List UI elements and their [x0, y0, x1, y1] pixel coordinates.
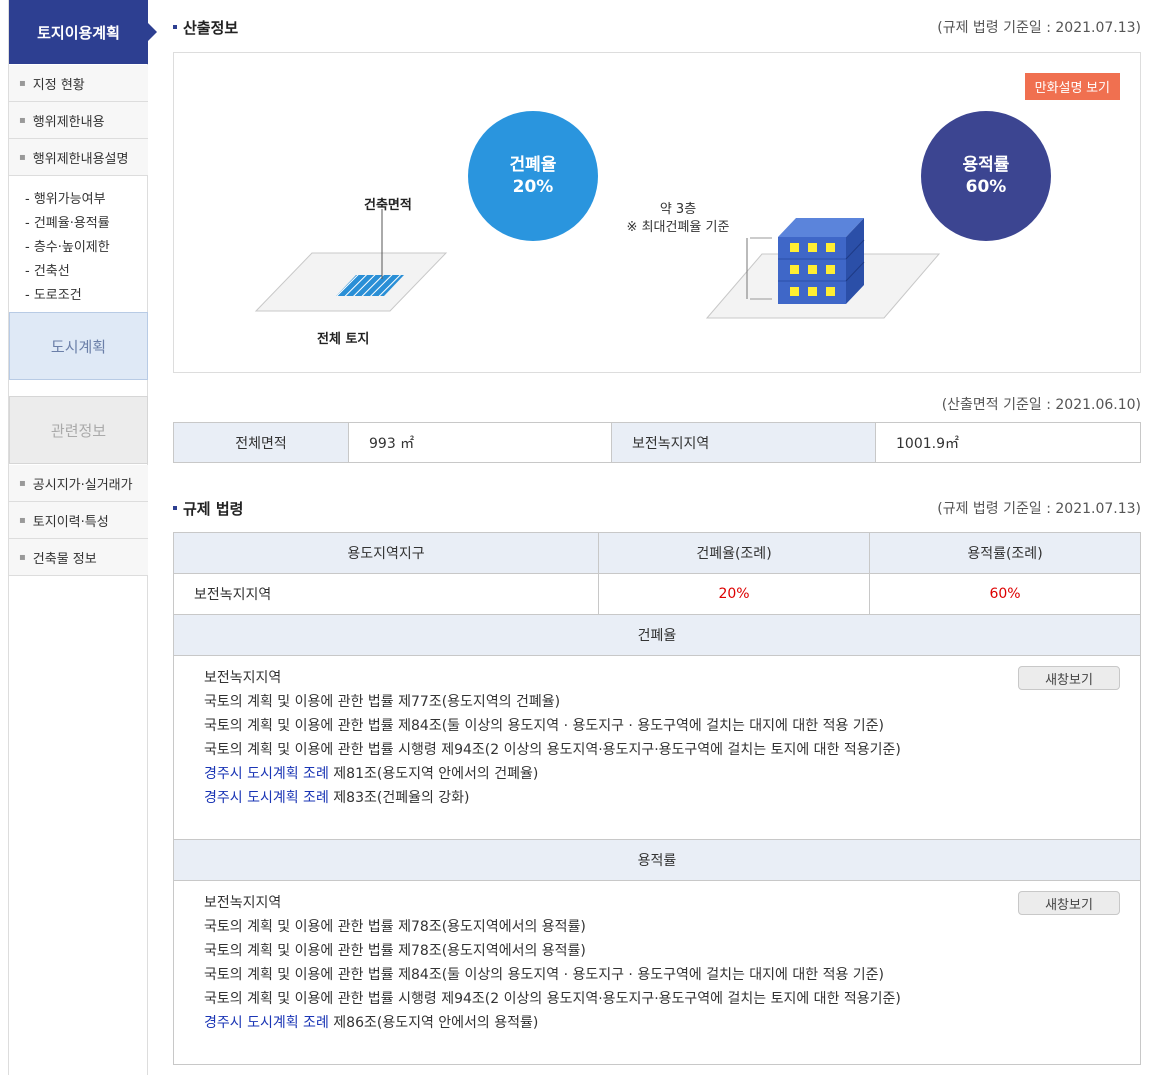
cartoon-explanation-button[interactable]: 만화설명 보기: [1024, 73, 1120, 100]
far-ordinance-line: 경주시 도시계획 조례 제86조(용도지역 안에서의 용적률): [204, 1011, 1110, 1035]
sidebar: 토지이용계획 ▪ 지정 현황 ▪ 행위제한내용 ▪ 행위제한내용설명 - 행위가…: [8, 0, 157, 1075]
far-zone-link[interactable]: 보전녹지지역: [204, 891, 1110, 915]
bullet-icon: ▪: [19, 114, 26, 126]
regulation-table: 용도지역지구 건폐율(조례) 용적률(조례) 보전녹지지역 20% 60% 건폐…: [173, 532, 1141, 1065]
bullet-icon: ▪: [19, 477, 26, 489]
square-bullet-icon: [173, 24, 177, 29]
sidebar-item-land-price[interactable]: ▪ 공시지가·실거래가: [9, 465, 148, 502]
coverage-law-link[interactable]: 국토의 계획 및 이용에 관한 법률 시행령 제94조(2 이상의 용도지역·용…: [204, 738, 1110, 762]
sidebar-item-label: 공시지가·실거래가: [32, 477, 133, 493]
coverage-law-link[interactable]: 국토의 계획 및 이용에 관한 법률 제77조(용도지역의 건폐율): [204, 690, 1110, 714]
coverage-law-link[interactable]: 국토의 계획 및 이용에 관한 법률 제84조(둘 이상의 용도지역 · 용도지…: [204, 714, 1110, 738]
calc-diagram: 만화설명 보기 건축면적 전체 토지 건폐율 20% 약 3층 ※ 최대건폐율 …: [173, 52, 1141, 373]
sidebar-city-plan[interactable]: 도시계획: [9, 312, 148, 380]
col-far-header: 용적률(조례): [967, 546, 1043, 562]
coverage-band: 건폐율: [174, 615, 1140, 656]
row-far: 60%: [989, 586, 1021, 602]
far-circle-value: 60%: [965, 177, 1007, 197]
reg-ref-date: (규제 법령 기준일 : 2021.07.13): [937, 501, 1141, 517]
area-ref-date: (산출면적 기준일 : 2021.06.10): [941, 397, 1141, 413]
building-illustration: [705, 218, 941, 319]
regulation-table-header: 용도지역지구 건폐율(조례) 용적률(조례): [174, 533, 1140, 574]
ordinance-link[interactable]: 경주시 도시계획 조례: [204, 790, 329, 806]
total-area-value: 993 ㎡: [349, 423, 612, 462]
building-area-label: 건축면적: [364, 198, 412, 213]
sidebar-sub-coverage-far[interactable]: - 건폐율·용적률: [25, 212, 110, 231]
zone-area-label: 보전녹지지역: [612, 423, 876, 462]
bullet-icon: ▪: [19, 514, 26, 526]
bullet-icon: ▪: [19, 551, 26, 563]
coverage-zone-link[interactable]: 보전녹지지역: [204, 666, 1110, 690]
bullet-icon: ▪: [19, 77, 26, 89]
row-zone: 보전녹지지역: [174, 574, 599, 614]
sidebar-item-restrictions[interactable]: ▪ 행위제한내용: [9, 102, 148, 139]
sidebar-item-designation[interactable]: ▪ 지정 현황: [9, 65, 148, 102]
sidebar-item-label: 행위제한내용: [32, 114, 105, 130]
far-law-link[interactable]: 국토의 계획 및 이용에 관한 법률 제78조(용도지역에서의 용적률): [204, 915, 1110, 939]
total-area-label: 전체면적: [174, 423, 349, 462]
land-plot-illustration: [254, 209, 448, 312]
sidebar-related-info[interactable]: 관련정보: [9, 396, 148, 464]
area-table: 전체면적 993 ㎡ 보전녹지지역 1001.9㎡: [173, 422, 1141, 463]
far-law-block: 새창보기 보전녹지지역 국토의 계획 및 이용에 관한 법률 제78조(용도지역…: [174, 881, 1140, 1064]
far-popup-button[interactable]: 새창보기: [1018, 891, 1120, 915]
far-band: 용적률: [174, 840, 1140, 881]
zone-area-value: 1001.9㎡: [896, 435, 959, 452]
ordinance-link[interactable]: 경주시 도시계획 조례: [204, 1015, 329, 1031]
far-law-link[interactable]: 국토의 계획 및 이용에 관한 법률 제78조(용도지역에서의 용적률): [204, 939, 1110, 963]
sidebar-item-restriction-details[interactable]: ▪ 행위제한내용설명: [9, 139, 148, 176]
building-windows: [790, 243, 835, 296]
calc-ref-date: (규제 법령 기준일 : 2021.07.13): [937, 20, 1141, 36]
col-coverage-header: 건폐율(조례): [599, 533, 870, 573]
calc-section-title: 산출정보: [173, 17, 238, 38]
coverage-ordinance-line: 경주시 도시계획 조례 제81조(용도지역 안에서의 건폐율): [204, 762, 1110, 786]
sidebar-sub-height-limit[interactable]: - 층수·높이제한: [25, 236, 110, 255]
ordinance-article[interactable]: 제81조(용도지역 안에서의 건폐율): [329, 766, 538, 782]
sidebar-item-label: 지정 현황: [32, 77, 85, 93]
floor-area-ratio-circle: 용적률 60%: [921, 111, 1051, 241]
coverage-ordinance-line: 경주시 도시계획 조례 제83조(건폐율의 강화): [204, 786, 1110, 810]
ordinance-article[interactable]: 제83조(건폐율의 강화): [329, 790, 469, 806]
table-row: 보전녹지지역 20% 60%: [174, 574, 1140, 615]
ordinance-article[interactable]: 제86조(용도지역 안에서의 용적률): [329, 1015, 538, 1031]
sidebar-header-land-use-plan[interactable]: 토지이용계획: [9, 0, 157, 64]
sidebar-sub-allowed-actions[interactable]: - 행위가능여부: [25, 188, 106, 207]
coverage-circle-value: 20%: [512, 177, 554, 197]
square-bullet-icon: [173, 505, 177, 510]
far-law-link[interactable]: 국토의 계획 및 이용에 관한 법률 제84조(둘 이상의 용도지역 · 용도지…: [204, 963, 1110, 987]
col-zone-header: 용도지역지구: [174, 533, 599, 573]
sidebar-item-land-history[interactable]: ▪ 토지이력·특성: [9, 502, 148, 539]
coverage-law-block: 새창보기 보전녹지지역 국토의 계획 및 이용에 관한 법률 제77조(용도지역…: [174, 656, 1140, 840]
coverage-circle-label: 건폐율: [509, 155, 557, 175]
sidebar-item-building-info[interactable]: ▪ 건축물 정보: [9, 539, 148, 576]
far-law-link[interactable]: 국토의 계획 및 이용에 관한 법률 시행령 제94조(2 이상의 용도지역·용…: [204, 987, 1110, 1011]
sidebar-item-label: 토지이력·특성: [32, 514, 109, 530]
reg-section-title: 규제 법령: [173, 498, 243, 519]
ordinance-link[interactable]: 경주시 도시계획 조례: [204, 766, 329, 782]
sidebar-item-label: 행위제한내용설명: [32, 151, 129, 167]
sidebar-sub-road-condition[interactable]: - 도로조건: [25, 284, 82, 303]
sidebar-item-label: 건축물 정보: [32, 551, 97, 567]
total-land-label: 전체 토지: [317, 332, 370, 347]
coverage-ratio-circle: 건폐율 20%: [468, 111, 598, 241]
far-circle-label: 용적률: [962, 155, 1010, 175]
row-coverage: 20%: [599, 574, 870, 614]
bullet-icon: ▪: [19, 151, 26, 163]
coverage-popup-button[interactable]: 새창보기: [1018, 666, 1120, 690]
sidebar-sub-building-line[interactable]: - 건축선: [25, 260, 70, 279]
